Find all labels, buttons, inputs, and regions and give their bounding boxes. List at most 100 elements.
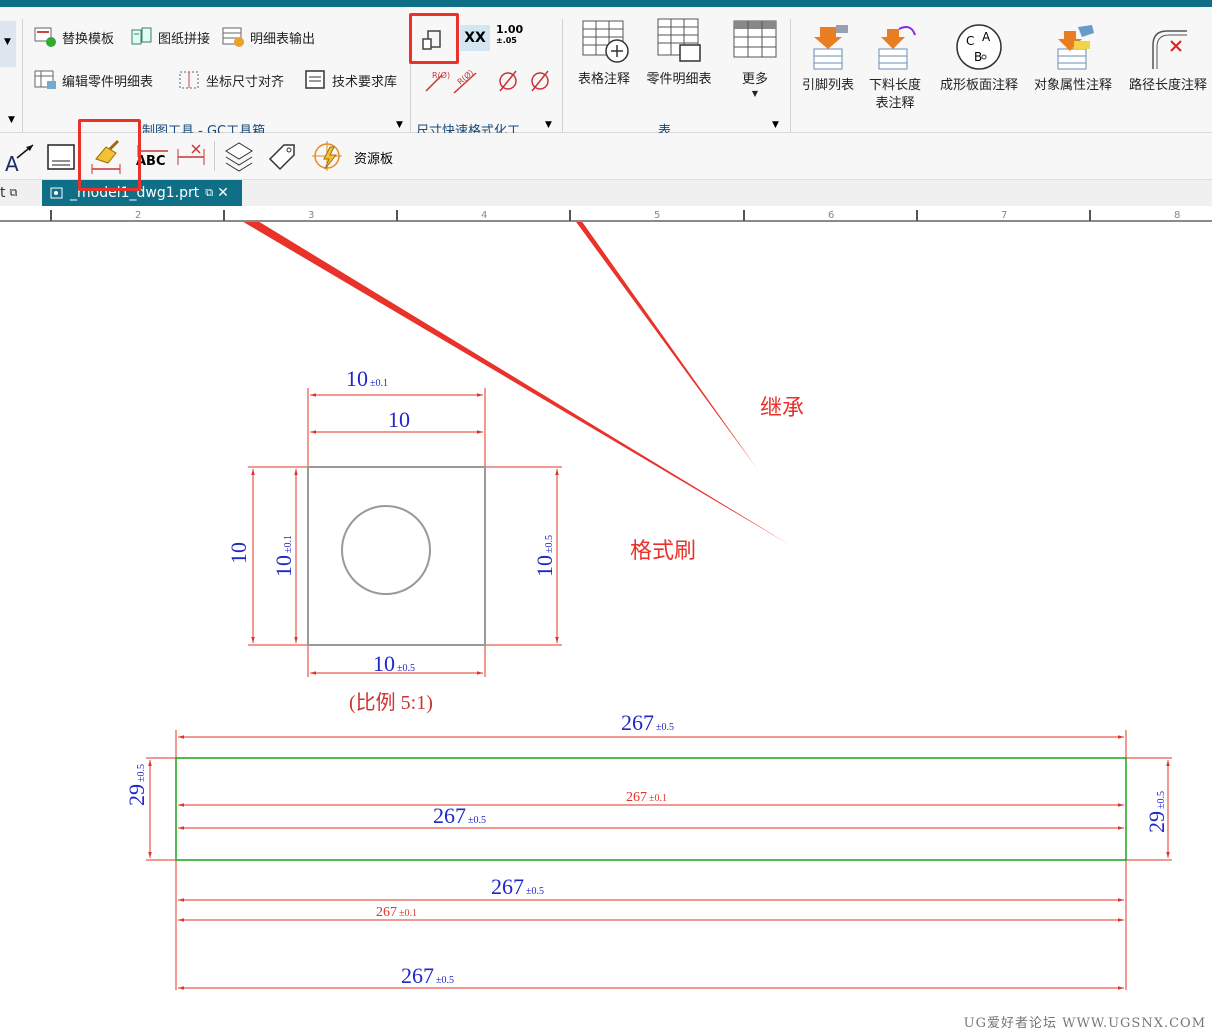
parts-list-button[interactable]: 零件明细表 bbox=[642, 15, 716, 89]
tech-req-library-button[interactable]: 技术要求库 bbox=[304, 69, 397, 91]
path-length-icon bbox=[1152, 30, 1187, 69]
inherit-highlight bbox=[409, 13, 459, 64]
resource-board-label[interactable]: 资源板 bbox=[354, 148, 393, 167]
more-button[interactable]: 更多 ▼ bbox=[726, 15, 784, 99]
annotation-toolbar: ▼ A ABC 资源板 bbox=[0, 115, 1212, 180]
drawing-ruler: 2 3 4 5 6 7 8 bbox=[0, 206, 1212, 222]
bar-outline[interactable] bbox=[175, 757, 1127, 861]
ruler-ticks: 2 3 4 5 6 7 8 bbox=[50, 210, 1180, 221]
svg-text:C: C bbox=[966, 34, 974, 48]
part-hole[interactable] bbox=[341, 505, 431, 595]
object-attr-note-button[interactable]: 对象属性注释 bbox=[1028, 23, 1118, 95]
table-note-icon bbox=[582, 20, 629, 63]
window-top-bar bbox=[0, 0, 1212, 7]
radius-dim-icons[interactable]: R(Ø) R(Ø) bbox=[422, 69, 482, 95]
coord-dim-align-label: 坐标尺寸对齐 bbox=[206, 74, 285, 90]
decimal-tolerance: ±.05 bbox=[496, 36, 517, 45]
parts-list-label: 零件明细表 bbox=[646, 72, 712, 87]
tab-previous[interactable]: t ⧉ bbox=[0, 180, 38, 206]
table-note-button[interactable]: 表格注释 bbox=[572, 15, 636, 89]
dim-bar-6[interactable]: 267 ±0.5 bbox=[491, 874, 544, 899]
formboard-label: 成形板面注释 bbox=[939, 78, 1018, 93]
ribbon-dropdown[interactable]: ▼ bbox=[0, 21, 16, 67]
caret-down-icon: ▼ bbox=[4, 37, 11, 47]
dim-bar-2[interactable]: 29±0.5 bbox=[124, 764, 149, 806]
dim-bar-8[interactable]: 267 ±0.5 bbox=[401, 963, 454, 988]
dim-left-1[interactable]: 10 bbox=[226, 542, 251, 564]
ruler-label: 7 bbox=[1001, 210, 1007, 221]
coord-dim-align-button[interactable]: 坐标尺寸对齐 bbox=[178, 69, 284, 91]
table-note-label: 表格注释 bbox=[577, 72, 630, 87]
table-group-caret-icon[interactable]: ▼ bbox=[772, 120, 779, 130]
note-icon[interactable] bbox=[46, 141, 78, 173]
drawing-canvas[interactable]: 10 ±0.1 10 10 10±0.1 10±0.5 10 ±0.5 (比例 5:… bbox=[0, 222, 1212, 1035]
svg-text:A: A bbox=[982, 30, 991, 44]
cut-length-note-button[interactable]: 下料长度 表注释 bbox=[862, 23, 928, 113]
decimal-value: 1.00 bbox=[496, 23, 524, 36]
scale-label: (比例 5:1) bbox=[349, 691, 433, 714]
diameter-dim-icons[interactable] bbox=[496, 67, 556, 95]
formboard-note-button[interactable]: CAB 成形板面注释 bbox=[932, 23, 1026, 95]
dim-bar-5[interactable]: 29±0.5 bbox=[1144, 791, 1169, 833]
parts-list-icon bbox=[34, 70, 56, 89]
pin-list-button[interactable]: 引脚列表 bbox=[796, 23, 860, 95]
tab-previous-label: t bbox=[0, 185, 6, 201]
tab-detach-icon[interactable]: ⧉ bbox=[10, 186, 18, 200]
sheet-stitch-button[interactable]: 图纸拼接 bbox=[130, 26, 210, 48]
inherit-annotation: 继承 bbox=[760, 396, 805, 421]
ruler-label: 3 bbox=[308, 210, 314, 221]
object-attr-label: 对象属性注释 bbox=[1033, 78, 1112, 93]
tab-detach-icon[interactable]: ⧉ bbox=[205, 186, 213, 200]
cut-length-label: 下料长度 表注释 bbox=[868, 78, 921, 111]
edit-parts-list-label: 编辑零件明细表 bbox=[62, 74, 154, 90]
part-square[interactable] bbox=[307, 466, 486, 646]
format-brush-highlight bbox=[78, 119, 141, 191]
decimal-format-button[interactable]: 1.00 ±.05 bbox=[496, 24, 523, 46]
layers-icon[interactable] bbox=[222, 139, 256, 175]
resource-board-icon[interactable] bbox=[310, 139, 346, 175]
formboard-icon: C AB bbox=[956, 24, 1002, 70]
row-caret-icon[interactable]: ▼ bbox=[8, 115, 15, 125]
dim-bottom-1[interactable]: 10 ±0.5 bbox=[373, 651, 415, 676]
format-brush-annotation: 格式刷 bbox=[630, 539, 697, 564]
dim-group-caret-icon[interactable]: ▼ bbox=[545, 120, 552, 130]
dim-top-1[interactable]: 10 ±0.1 bbox=[346, 366, 388, 391]
path-length-label: 路径长度注释 bbox=[1128, 78, 1207, 93]
tab-model1-dwg1[interactable]: _model1_dwg1.prt ⧉ ✕ bbox=[42, 180, 242, 206]
forum-watermark: UG爱好者论坛 WWW.UGSNX.COM bbox=[963, 1016, 1206, 1031]
dim-right-1[interactable]: 10±0.5 bbox=[532, 535, 557, 577]
stitch-icon bbox=[131, 27, 152, 45]
document-icon bbox=[305, 70, 325, 89]
xx-format-button[interactable]: XX bbox=[460, 25, 490, 51]
tech-req-library-label: 技术要求库 bbox=[332, 74, 398, 90]
ruler-label: 4 bbox=[481, 210, 487, 221]
more-label: 更多 bbox=[741, 72, 768, 87]
pin-list-icon bbox=[813, 25, 848, 70]
ribbon: ▼ 替换模板 图纸拼接 明细表输出 编辑零件明细表 坐标尺寸对齐 技术要求库 制… bbox=[0, 7, 1212, 139]
dim-bar-3[interactable]: 267 ±0.1 bbox=[626, 790, 667, 805]
dim-left-2[interactable]: 10±0.1 bbox=[271, 535, 296, 577]
tag-icon[interactable] bbox=[264, 139, 300, 175]
gc-group-caret-icon[interactable]: ▼ bbox=[396, 120, 403, 130]
drawing-file-icon bbox=[50, 187, 63, 199]
sheet-stitch-label: 图纸拼接 bbox=[158, 31, 211, 47]
bom-output-button[interactable]: 明细表输出 bbox=[222, 26, 315, 48]
replace-template-label: 替换模板 bbox=[62, 31, 115, 47]
template-icon bbox=[34, 27, 56, 47]
align-icon bbox=[179, 71, 199, 89]
note-arrow-icon[interactable]: A bbox=[4, 141, 36, 173]
replace-template-button[interactable]: 替换模板 bbox=[34, 26, 114, 48]
dim-top-2[interactable]: 10 bbox=[388, 407, 410, 432]
brush-callout-arrow bbox=[243, 222, 790, 545]
svg-text:R(Ø): R(Ø) bbox=[432, 70, 450, 80]
pin-list-label: 引脚列表 bbox=[801, 78, 854, 93]
path-length-note-button[interactable]: 路径长度注释 bbox=[1122, 23, 1212, 95]
dim-bar-7[interactable]: 267 ±0.1 bbox=[376, 905, 417, 920]
edit-parts-list-button[interactable]: 编辑零件明细表 bbox=[34, 69, 153, 91]
object-attribute-icon bbox=[1057, 25, 1094, 70]
dim-bar-1[interactable]: 267 ±0.5 bbox=[621, 710, 674, 735]
tab-bar: t ⧉ _model1_dwg1.prt ⧉ ✕ bbox=[0, 180, 1212, 206]
close-icon[interactable]: ✕ bbox=[217, 185, 229, 201]
dimension-remove-icon[interactable] bbox=[176, 141, 210, 171]
dim-bar-4[interactable]: 267 ±0.5 bbox=[433, 803, 486, 828]
